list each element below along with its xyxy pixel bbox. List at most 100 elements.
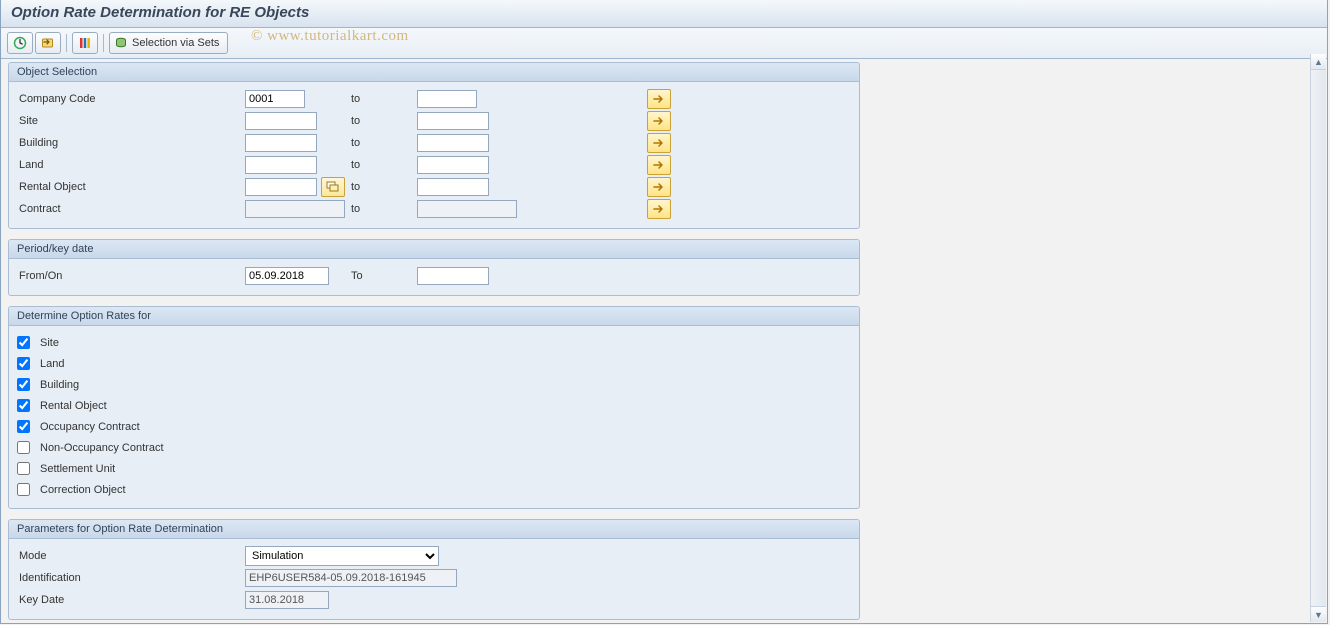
arrow-right-icon	[653, 182, 665, 192]
input-rental-object-to[interactable]	[417, 178, 489, 196]
folder-arrow-icon	[41, 36, 55, 50]
scroll-down-icon[interactable]: ▼	[1311, 606, 1326, 622]
toolbar-separator	[103, 34, 104, 52]
row-rental-object: Rental Object to	[17, 176, 851, 198]
input-to-date[interactable]	[417, 267, 489, 285]
to-label: to	[351, 137, 411, 149]
page-title: Option Rate Determination for RE Objects	[11, 4, 1317, 21]
checkbox-label: Correction Object	[40, 484, 126, 496]
checkbox-row: Building	[17, 374, 851, 395]
group-determine-for: Determine Option Rates for Site Land Build…	[8, 306, 860, 509]
checkbox-site[interactable]	[17, 336, 30, 349]
label-identification: Identification	[17, 572, 239, 584]
value-help-icon	[326, 181, 340, 193]
to-label: to	[351, 115, 411, 127]
input-company-code-to[interactable]	[417, 90, 477, 108]
input-key-date[interactable]	[245, 591, 329, 609]
checkbox-correction-object[interactable]	[17, 483, 30, 496]
watermark: © www.tutorialkart.com	[251, 28, 409, 45]
select-mode[interactable]: Simulation	[245, 546, 439, 566]
input-identification[interactable]	[245, 569, 457, 587]
input-land-from[interactable]	[245, 156, 317, 174]
group-object-selection: Object Selection Company Code to	[8, 62, 860, 229]
dynamic-selections-button[interactable]	[72, 32, 98, 54]
label-land: Land	[17, 159, 239, 171]
checkbox-land[interactable]	[17, 357, 30, 370]
group-header: Determine Option Rates for	[9, 307, 859, 326]
arrow-right-icon	[653, 160, 665, 170]
label-building: Building	[17, 137, 239, 149]
to-label: to	[351, 93, 411, 105]
input-from-on[interactable]	[245, 267, 329, 285]
multiple-selection-button[interactable]	[647, 199, 671, 219]
group-header: Parameters for Option Rate Determination	[9, 520, 859, 539]
checkbox-row: Settlement Unit	[17, 458, 851, 479]
multiple-selection-button[interactable]	[647, 89, 671, 109]
label-company-code: Company Code	[17, 93, 239, 105]
input-rental-object-from[interactable]	[245, 178, 317, 196]
label-rental-object: Rental Object	[17, 181, 239, 193]
label-site: Site	[17, 115, 239, 127]
checkbox-settlement-unit[interactable]	[17, 462, 30, 475]
selection-screen: Object Selection Company Code to	[2, 54, 1310, 622]
checkbox-label: Non-Occupancy Contract	[40, 442, 164, 454]
row-site: Site to	[17, 110, 851, 132]
to-label: to	[351, 159, 411, 171]
checkbox-row: Occupancy Contract	[17, 416, 851, 437]
to-label: to	[351, 181, 411, 193]
vertical-scrollbar[interactable]: ▲ ▼	[1310, 54, 1326, 622]
multiple-selection-button[interactable]	[647, 111, 671, 131]
row-contract: Contract to	[17, 198, 851, 220]
selection-via-sets-button[interactable]: Selection via Sets	[109, 32, 228, 54]
label-contract: Contract	[17, 203, 239, 215]
input-company-code-from[interactable]	[245, 90, 305, 108]
checkbox-row: Site	[17, 332, 851, 353]
input-site-to[interactable]	[417, 112, 489, 130]
checkbox-row: Correction Object	[17, 479, 851, 500]
input-contract-from[interactable]	[245, 200, 345, 218]
multiple-selection-button[interactable]	[647, 177, 671, 197]
row-identification: Identification	[17, 567, 851, 589]
arrow-right-icon	[653, 204, 665, 214]
clock-check-icon	[13, 36, 27, 50]
multiple-selection-button[interactable]	[647, 155, 671, 175]
checkbox-label: Rental Object	[40, 400, 107, 412]
toolbar-separator	[66, 34, 67, 52]
input-site-from[interactable]	[245, 112, 317, 130]
checkbox-label: Land	[40, 358, 64, 370]
checkbox-occupancy-contract[interactable]	[17, 420, 30, 433]
input-building-to[interactable]	[417, 134, 489, 152]
checkbox-label: Occupancy Contract	[40, 421, 140, 433]
input-contract-to[interactable]	[417, 200, 517, 218]
execute-button[interactable]	[7, 32, 33, 54]
checkbox-row: Land	[17, 353, 851, 374]
row-from-on: From/On To	[17, 265, 851, 287]
input-land-to[interactable]	[417, 156, 489, 174]
row-company-code: Company Code to	[17, 88, 851, 110]
multiple-selection-button[interactable]	[647, 133, 671, 153]
checkbox-label: Building	[40, 379, 79, 391]
scroll-up-icon[interactable]: ▲	[1311, 54, 1326, 70]
checkbox-non-occupancy-contract[interactable]	[17, 441, 30, 454]
label-to: To	[351, 270, 411, 282]
get-variant-button[interactable]	[35, 32, 61, 54]
checkbox-label: Settlement Unit	[40, 463, 115, 475]
checkbox-rental-object[interactable]	[17, 399, 30, 412]
group-header: Period/key date	[9, 240, 859, 259]
checkbox-row: Rental Object	[17, 395, 851, 416]
selection-via-sets-label: Selection via Sets	[132, 37, 219, 49]
group-body: Company Code to	[9, 82, 859, 228]
arrow-right-icon	[653, 116, 665, 126]
title-bar: Option Rate Determination for RE Objects	[1, 0, 1327, 28]
label-from-on: From/On	[17, 270, 239, 282]
checkbox-building[interactable]	[17, 378, 30, 391]
row-building: Building to	[17, 132, 851, 154]
arrow-right-icon	[653, 138, 665, 148]
input-building-from[interactable]	[245, 134, 317, 152]
sap-gui-window: Option Rate Determination for RE Objects…	[0, 0, 1328, 624]
label-key-date: Key Date	[17, 594, 239, 606]
group-period-key-date: Period/key date From/On To	[8, 239, 860, 296]
arrow-right-icon	[653, 94, 665, 104]
row-mode: Mode Simulation	[17, 545, 851, 567]
value-help-button[interactable]	[321, 177, 345, 197]
